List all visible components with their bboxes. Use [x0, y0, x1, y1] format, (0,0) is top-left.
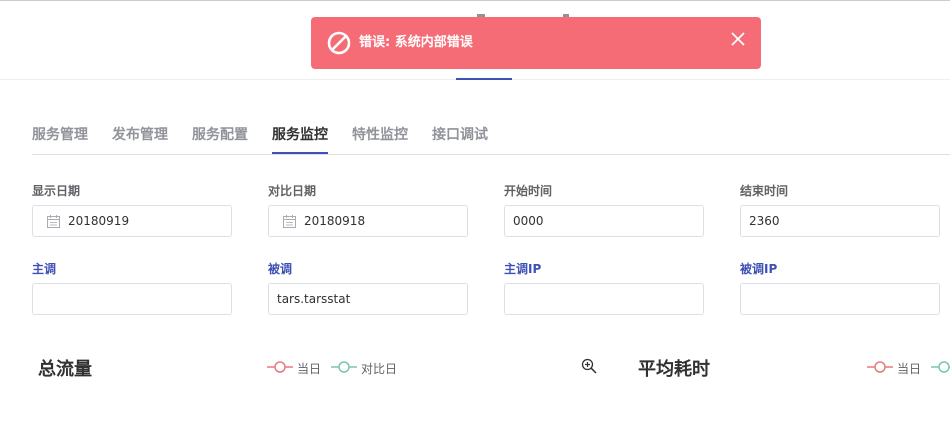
callee-ip-label: 被调IP: [740, 262, 778, 276]
error-toast: 错误: 系统内部错误: [311, 17, 761, 69]
callee-value: tars.tarsstat: [277, 292, 351, 306]
end-time-value: 2360: [749, 214, 780, 228]
start-time-label: 开始时间: [504, 184, 553, 198]
start-time-value: 0000: [513, 214, 544, 228]
caller-label: 主调: [32, 262, 57, 276]
forbidden-icon: [327, 31, 351, 55]
active-tab-underline: [272, 152, 328, 154]
zoom-in-icon[interactable]: [581, 358, 597, 374]
caller-ip-label: 主调IP: [504, 262, 542, 276]
compare-date-input[interactable]: 20180918: [268, 205, 468, 237]
display-date-value: 20180919: [68, 214, 130, 228]
callee-ip-input[interactable]: [740, 283, 940, 315]
total-traffic-title: 总流量: [38, 359, 92, 380]
display-date-label: 显示日期: [32, 184, 81, 198]
end-time-label: 结束时间: [740, 184, 789, 198]
calendar-icon: [283, 215, 296, 228]
page: 错误: 系统内部错误 服务管理 发布管理 服务配置 服务监控 特性监控 接口调试…: [0, 0, 950, 432]
callee-label: 被调: [268, 262, 293, 276]
avg-latency-title: 平均耗时: [638, 359, 710, 380]
callee-input[interactable]: tars.tarsstat: [268, 283, 468, 315]
compare-date-value: 20180918: [304, 214, 366, 228]
legend-today-marker[interactable]: [867, 361, 893, 373]
legend-compare-marker[interactable]: [331, 361, 357, 373]
legend-today-marker[interactable]: [267, 361, 293, 373]
display-date-input[interactable]: 20180919: [32, 205, 232, 237]
end-time-input[interactable]: 2360: [740, 205, 940, 237]
close-icon[interactable]: [731, 32, 745, 46]
caller-input[interactable]: [32, 283, 232, 315]
legend-compare-label[interactable]: 对比日: [361, 360, 397, 377]
legend-today-label[interactable]: 当日: [297, 360, 321, 377]
calendar-icon: [47, 215, 60, 228]
compare-date-label: 对比日期: [268, 184, 317, 198]
header-active-indicator: [456, 78, 512, 80]
service-tabs: 服务管理 发布管理 服务配置 服务监控 特性监控 接口调试: [32, 114, 950, 155]
tab-feature-monitor[interactable]: 特性监控: [352, 124, 408, 154]
legend-compare-marker[interactable]: [931, 361, 950, 373]
legend-today-label[interactable]: 当日: [897, 360, 921, 377]
tab-interface-debug[interactable]: 接口调试: [432, 124, 488, 154]
start-time-input[interactable]: 0000: [504, 205, 704, 237]
tab-service-config[interactable]: 服务配置: [192, 124, 248, 154]
tab-service-monitor[interactable]: 服务监控: [272, 124, 328, 154]
toast-message: 错误: 系统内部错误: [359, 35, 473, 50]
caller-ip-input[interactable]: [504, 283, 704, 315]
tab-service-management[interactable]: 服务管理: [32, 124, 88, 154]
tab-release-management[interactable]: 发布管理: [112, 124, 168, 154]
